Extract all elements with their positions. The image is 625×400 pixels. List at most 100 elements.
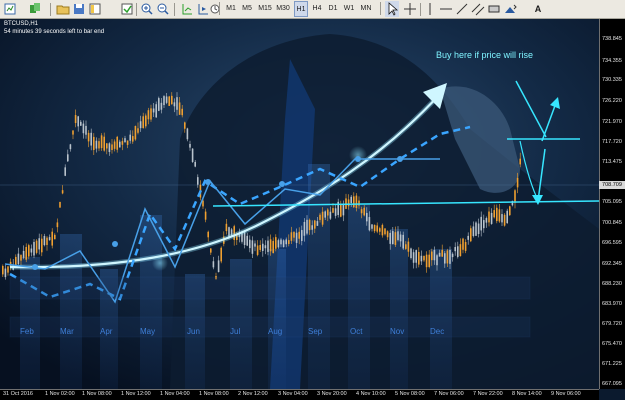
candle-body bbox=[134, 126, 137, 140]
candle-body bbox=[488, 211, 490, 223]
tf-m5[interactable]: M5 bbox=[240, 1, 254, 17]
candle-body bbox=[290, 232, 293, 241]
candle-body bbox=[368, 217, 371, 231]
candle-body bbox=[490, 212, 493, 224]
candle-body bbox=[347, 199, 350, 207]
profiles-icon[interactable] bbox=[28, 1, 42, 17]
channel-icon[interactable] bbox=[471, 1, 485, 17]
candle-body bbox=[20, 255, 22, 261]
candle-body bbox=[142, 116, 144, 129]
candle-body bbox=[407, 241, 410, 252]
candle-body bbox=[168, 96, 170, 106]
zigzag-point bbox=[112, 241, 118, 247]
price-tick: 675.470 bbox=[602, 341, 622, 347]
candle-body bbox=[360, 209, 363, 214]
time-tick: 31 Oct 2016 bbox=[3, 391, 33, 397]
month-label: Jun bbox=[187, 327, 200, 336]
price-tick: 738.845 bbox=[602, 36, 622, 42]
tf-d1[interactable]: D1 bbox=[326, 1, 340, 17]
time-tick: 1 Nov 08:00 bbox=[199, 391, 229, 397]
tf-m30[interactable]: M30 bbox=[275, 1, 291, 17]
tf-mn[interactable]: MN bbox=[358, 1, 374, 17]
zoom-out-icon[interactable] bbox=[156, 1, 170, 17]
tf-w1[interactable]: W1 bbox=[342, 1, 356, 17]
candle-body bbox=[340, 204, 342, 217]
horizontal-line-icon[interactable] bbox=[439, 1, 453, 17]
text-icon[interactable]: A bbox=[531, 1, 545, 17]
candle-body bbox=[155, 104, 157, 118]
candle-body bbox=[457, 246, 459, 257]
tf-m15[interactable]: M15 bbox=[257, 1, 273, 17]
price-tick: 671.225 bbox=[602, 361, 622, 367]
current-price-tag: 708.709 bbox=[599, 181, 625, 189]
new-chart-icon[interactable] bbox=[3, 1, 17, 17]
rectangle-icon[interactable] bbox=[487, 1, 501, 17]
candle-body bbox=[301, 230, 303, 241]
candle-body bbox=[54, 234, 56, 240]
price-tick: 734.355 bbox=[602, 58, 622, 64]
vertical-line-icon[interactable] bbox=[423, 1, 437, 17]
candle-body bbox=[493, 210, 495, 218]
tf-m1[interactable]: M1 bbox=[224, 1, 238, 17]
candle-body bbox=[184, 122, 186, 129]
candle-body bbox=[165, 96, 168, 103]
candle-body bbox=[126, 140, 129, 145]
candle-body bbox=[64, 167, 66, 176]
candle-body bbox=[293, 231, 295, 238]
candle-body bbox=[277, 240, 280, 248]
candle-body bbox=[194, 161, 196, 167]
open-folder-icon[interactable] bbox=[56, 1, 70, 17]
navigator-icon[interactable] bbox=[88, 1, 102, 17]
candle-body bbox=[77, 116, 79, 127]
price-scale[interactable]: 738.845 734.355 730.335 726.220 721.970 … bbox=[599, 19, 625, 389]
candle-body bbox=[48, 237, 51, 241]
arrows-icon[interactable] bbox=[503, 1, 517, 17]
chart-area[interactable] bbox=[0, 19, 599, 389]
month-label: Jul bbox=[230, 327, 241, 336]
candle-body bbox=[116, 136, 118, 150]
zoom-in-icon[interactable] bbox=[140, 1, 154, 17]
candle-body bbox=[80, 121, 82, 126]
time-tick: 2 Nov 12:00 bbox=[238, 391, 268, 397]
candle-body bbox=[197, 177, 199, 185]
candle-body bbox=[124, 138, 126, 143]
candle-body bbox=[87, 132, 90, 142]
toolbar-separator bbox=[380, 2, 381, 15]
candle-body bbox=[379, 228, 381, 232]
candle-body bbox=[189, 143, 191, 148]
candle-body bbox=[282, 240, 285, 248]
crosshair-icon[interactable] bbox=[403, 1, 417, 17]
candle-body bbox=[324, 211, 326, 218]
candle-body bbox=[342, 204, 345, 216]
trendline-icon[interactable] bbox=[455, 1, 469, 17]
tf-h4[interactable]: H4 bbox=[310, 1, 324, 17]
chart-shift-icon[interactable] bbox=[180, 1, 194, 17]
time-scale[interactable]: 31 Oct 2016 1 Nov 02:00 1 Nov 08:00 1 No… bbox=[0, 389, 599, 400]
candle-body bbox=[467, 235, 469, 240]
tf-h1[interactable]: H1 bbox=[294, 1, 308, 17]
candle-body bbox=[483, 220, 485, 229]
candle-body bbox=[108, 143, 111, 152]
candle-body bbox=[2, 265, 4, 275]
candle-body bbox=[150, 108, 152, 120]
month-label: May bbox=[140, 327, 156, 336]
month-label: Apr bbox=[100, 327, 113, 336]
save-icon[interactable] bbox=[72, 1, 86, 17]
candle-body bbox=[498, 209, 501, 222]
candle-body bbox=[506, 210, 508, 224]
candle-body bbox=[191, 148, 194, 163]
candle-body bbox=[334, 208, 337, 216]
candle-body bbox=[470, 228, 472, 242]
price-tick: 692.345 bbox=[602, 261, 622, 267]
candle-body bbox=[425, 254, 428, 268]
background-bar bbox=[60, 234, 82, 389]
candle-body bbox=[246, 235, 248, 246]
line-studies-toolbar: A bbox=[383, 1, 553, 17]
candle-body bbox=[381, 224, 384, 236]
autotrading-icon[interactable] bbox=[120, 1, 134, 17]
candle-body bbox=[41, 238, 43, 253]
candle-body bbox=[366, 212, 368, 222]
candle-body bbox=[103, 136, 105, 151]
candle-body bbox=[451, 253, 454, 258]
cursor-icon[interactable] bbox=[385, 1, 399, 17]
